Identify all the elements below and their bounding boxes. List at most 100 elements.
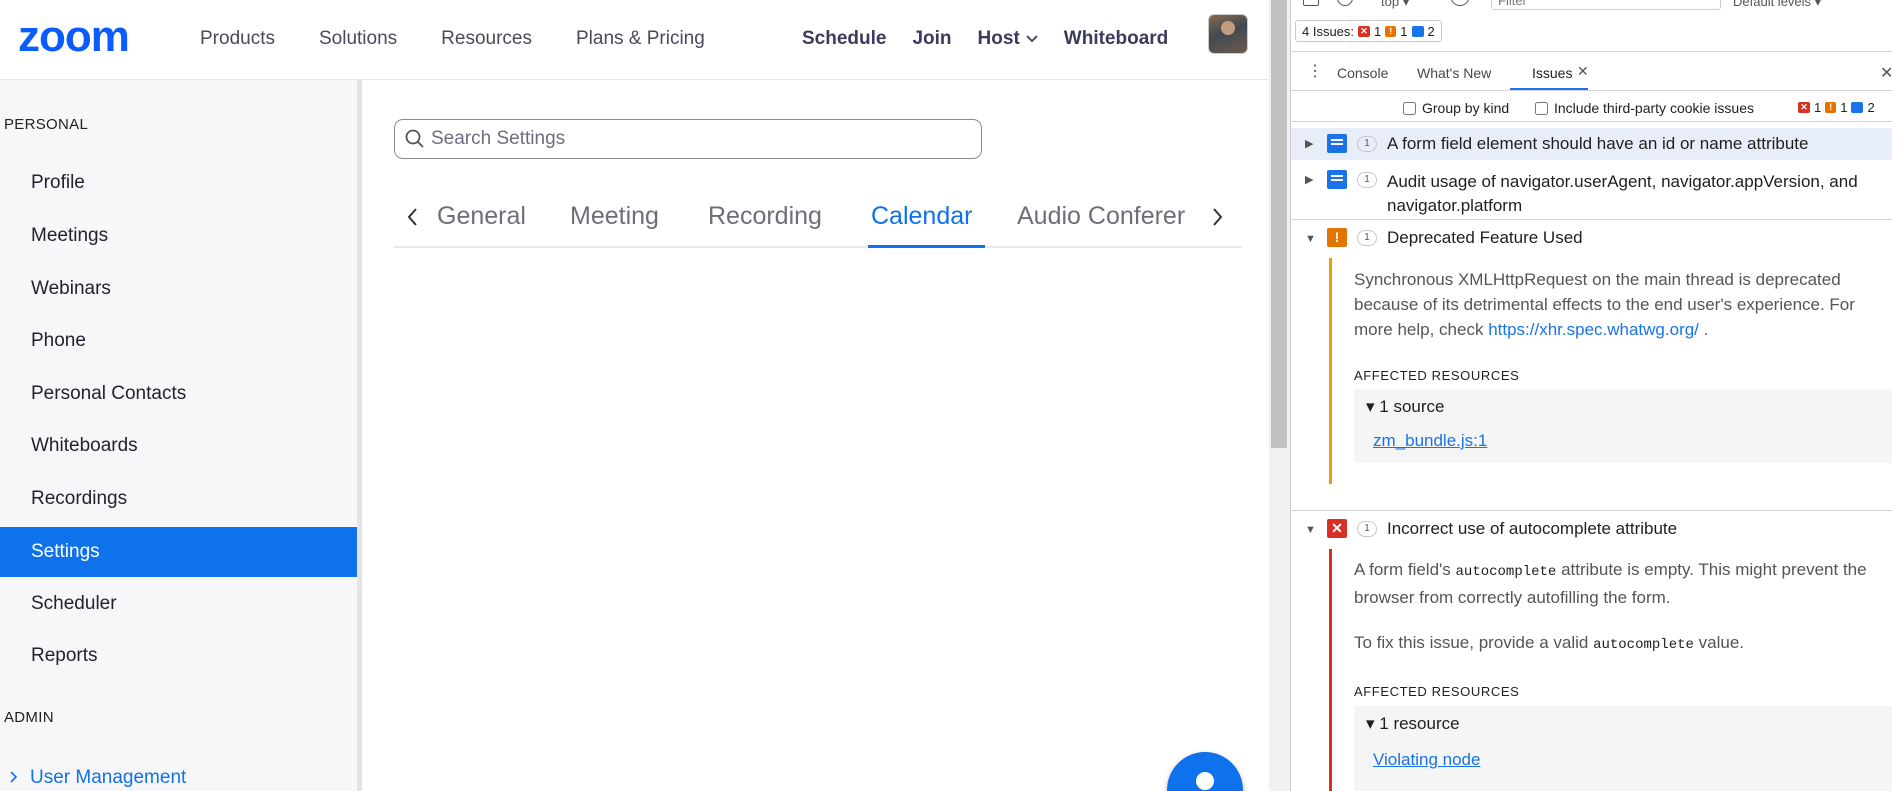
zoom-logo[interactable]: zoom: [18, 12, 130, 62]
sidebar-item-user-management[interactable]: User Management: [10, 767, 186, 789]
deprecated-feature-description: Synchronous XMLHttpRequest on the main t…: [1354, 267, 1884, 342]
issue-row-autocomplete[interactable]: ▼ ✕ 1 Incorrect use of autocomplete attr…: [1291, 515, 1892, 545]
nav-solutions[interactable]: Solutions: [319, 28, 397, 50]
log-levels-dropdown[interactable]: Default levels ▾: [1733, 0, 1821, 10]
tab-whats-new[interactable]: What's New: [1417, 65, 1491, 81]
devtools-panel: top ▾ Default levels ▾ 4 Issues: ✕1 !1 2…: [1290, 0, 1892, 791]
expand-arrow-icon[interactable]: ▶: [1305, 137, 1313, 150]
sidebar-item-meetings[interactable]: Meetings: [0, 211, 357, 261]
chevron-right-icon[interactable]: [1212, 208, 1222, 226]
sources-toggle[interactable]: ▾ 1 source: [1366, 397, 1444, 417]
clear-console-icon[interactable]: [1337, 0, 1353, 6]
tab-general[interactable]: General: [437, 202, 526, 231]
violating-node-link[interactable]: Violating node: [1373, 750, 1480, 770]
collapse-arrow-icon[interactable]: ▼: [1305, 233, 1316, 245]
tab-issues[interactable]: Issues: [1532, 65, 1572, 81]
issue-kind-counts: ✕ 1 ! 1 2: [1798, 100, 1875, 115]
nav-whiteboard[interactable]: Whiteboard: [1064, 28, 1169, 50]
active-devtools-tab-indicator: [1510, 88, 1588, 90]
info-badge-icon: [1851, 102, 1864, 113]
info-issue-icon: [1327, 170, 1347, 189]
warning-badge-icon: !: [1825, 102, 1837, 113]
sidebar-item-whiteboards[interactable]: Whiteboards: [0, 421, 357, 471]
info-count: 2: [1427, 23, 1435, 39]
resources-count: 1 resource: [1379, 714, 1460, 733]
tab-console[interactable]: Console: [1337, 65, 1388, 81]
sidebar-item-settings[interactable]: Settings: [0, 527, 357, 577]
warning-issue-icon: !: [1327, 228, 1347, 247]
issue-count-badge: 1: [1357, 172, 1377, 188]
admin-heading: ADMIN: [4, 709, 54, 726]
close-drawer-icon[interactable]: ✕: [1880, 63, 1892, 83]
nav-join[interactable]: Join: [912, 28, 951, 50]
eye-icon[interactable]: [1451, 0, 1469, 6]
divider: [1291, 510, 1892, 511]
sidebar-item-personal-contacts[interactable]: Personal Contacts: [0, 369, 357, 419]
error-count: 1: [1374, 23, 1382, 39]
toolbar-warning-count: 1: [1840, 100, 1848, 115]
warning-count: 1: [1400, 23, 1408, 39]
issue-title: Audit usage of navigator.userAgent, navi…: [1387, 172, 1858, 215]
sidebar-item-phone[interactable]: Phone: [0, 316, 357, 366]
xhr-spec-link[interactable]: https://xhr.spec.whatwg.org/: [1488, 320, 1699, 339]
third-party-cookie-input[interactable]: [1535, 101, 1548, 115]
issue-row-form-field-id[interactable]: ▶ 1 A form field element should have an …: [1291, 128, 1892, 160]
chevron-left-icon[interactable]: [408, 208, 418, 226]
nav-plans-pricing[interactable]: Plans & Pricing: [576, 28, 705, 50]
context-selector[interactable]: top ▾: [1381, 0, 1409, 10]
tab-calendar[interactable]: Calendar: [871, 202, 972, 231]
search-box[interactable]: [394, 119, 982, 159]
divider: [1291, 219, 1892, 220]
settings-sidebar: PERSONAL Profile Meetings Webinars Phone…: [0, 80, 362, 791]
nav-resources[interactable]: Resources: [441, 28, 532, 50]
tab-recording[interactable]: Recording: [708, 202, 822, 231]
autocomplete-code: autocomplete: [1455, 564, 1557, 580]
collapse-arrow-icon[interactable]: ▼: [1305, 524, 1316, 536]
more-tabs-icon[interactable]: ⋮: [1307, 64, 1323, 80]
issue-row-navigator-useragent[interactable]: ▶ 1 Audit usage of navigator.userAgent, …: [1291, 164, 1892, 216]
active-tab-indicator: [868, 245, 985, 248]
info-issue-icon: [1327, 134, 1347, 153]
nav-schedule[interactable]: Schedule: [802, 28, 886, 50]
error-accent-bar: [1329, 549, 1332, 791]
third-party-cookie-checkbox[interactable]: Include third-party cookie issues: [1535, 100, 1754, 116]
source-link[interactable]: zm_bundle.js:1: [1373, 431, 1487, 451]
fix-code: autocomplete: [1593, 637, 1694, 653]
page-scrollbar-thumb[interactable]: [1271, 0, 1287, 448]
warning-badge-icon: !: [1385, 25, 1397, 37]
nav-products[interactable]: Products: [200, 28, 275, 50]
personal-heading: PERSONAL: [4, 116, 89, 133]
issue-title: Deprecated Feature Used: [1387, 228, 1583, 247]
affected-resources-box: ▾ 1 resource Violating node: [1354, 706, 1892, 791]
issues-toolbar: Group by kind Include third-party cookie…: [1291, 92, 1892, 122]
nav-host[interactable]: Host: [978, 28, 1038, 50]
issues-count-button[interactable]: 4 Issues: ✕ 1 ! 1 2: [1295, 20, 1442, 42]
toolbar-info-count: 2: [1867, 100, 1875, 115]
search-input[interactable]: [431, 128, 971, 150]
sidebar-item-profile[interactable]: Profile: [0, 158, 357, 208]
warning-accent-bar: [1329, 258, 1332, 484]
sidebar-item-recordings[interactable]: Recordings: [0, 474, 357, 524]
sidebar-item-scheduler[interactable]: Scheduler: [0, 579, 357, 629]
console-filter-input[interactable]: [1491, 0, 1721, 10]
user-management-label: User Management: [30, 767, 187, 788]
chevron-right-icon: [10, 771, 18, 783]
error-issue-icon: ✕: [1327, 519, 1347, 538]
close-tab-icon[interactable]: ✕: [1577, 63, 1589, 80]
expand-arrow-icon[interactable]: ▶: [1305, 173, 1313, 186]
sidebar-item-reports[interactable]: Reports: [0, 631, 357, 681]
nav-host-label: Host: [977, 28, 1020, 49]
group-by-kind-input[interactable]: [1403, 101, 1416, 115]
issue-row-deprecated-feature[interactable]: ▼ ! 1 Deprecated Feature Used: [1291, 224, 1892, 254]
sidebar-toggle-icon[interactable]: [1303, 0, 1319, 6]
fix-part-b: value.: [1698, 633, 1745, 652]
tab-audio-conferencing[interactable]: Audio Conferer: [1017, 202, 1185, 231]
devtools-top-bar: top ▾ Default levels ▾ 4 Issues: ✕1 !1 2: [1291, 0, 1892, 52]
group-by-kind-checkbox[interactable]: Group by kind: [1403, 100, 1509, 116]
devtools-drawer-tabs: ⋮ Console What's New Issues ✕ ✕: [1291, 57, 1892, 91]
avatar[interactable]: [1208, 14, 1248, 54]
sidebar-item-webinars[interactable]: Webinars: [0, 264, 357, 314]
tab-meeting[interactable]: Meeting: [570, 202, 659, 231]
context-label: top: [1381, 0, 1400, 9]
resources-toggle[interactable]: ▾ 1 resource: [1366, 714, 1460, 734]
